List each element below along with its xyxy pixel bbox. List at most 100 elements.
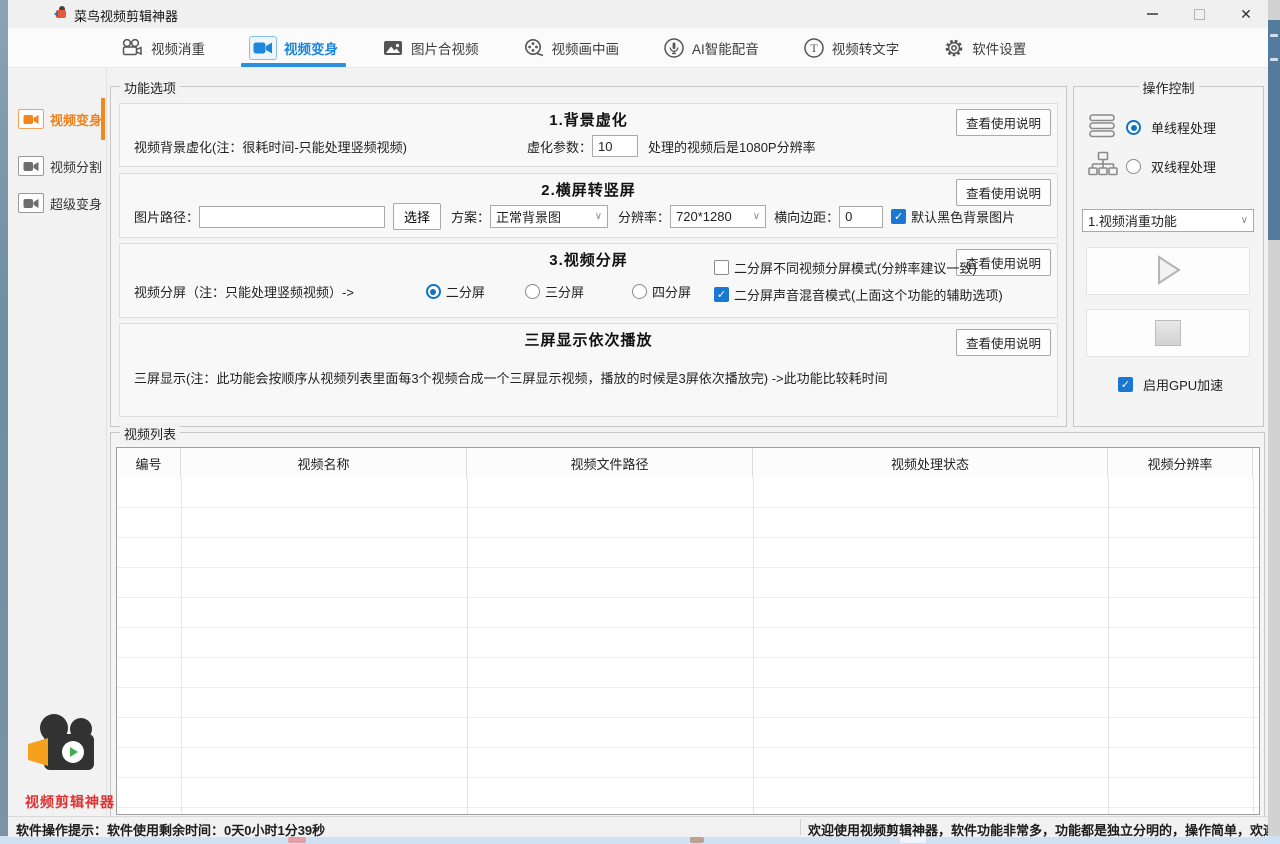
video-camera-icon (18, 109, 44, 129)
radio-four-split[interactable]: 四分屏 (632, 282, 691, 301)
tab-ai-dubbing[interactable]: AI智能配音 (655, 28, 767, 67)
group-label: 视频列表 (120, 424, 180, 443)
resolution-select[interactable]: 720*1280 ∨ (670, 205, 766, 228)
blur-param-label: 虚化参数： (527, 137, 592, 156)
dropdown-arrow-icon: ∨ (595, 211, 602, 222)
status-bar: 软件操作提示：软件使用剩余时间：0天0小时1分39秒 欢迎使用视频剪辑神器，软件… (8, 816, 1268, 837)
video-list-group: 视频列表 编号 视频名称 视频文件路径 视频处理状态 视频分辨率 (110, 432, 1265, 822)
single-thread-option[interactable]: 单线程处理 (1088, 113, 1216, 142)
column-header[interactable]: 视频名称 (181, 448, 467, 478)
tab-video-transform[interactable]: 视频变身 (241, 28, 346, 67)
picture-icon (382, 38, 404, 58)
gpu-checkbox[interactable]: ✓ 启用GPU加速 (1118, 375, 1223, 394)
close-button[interactable]: ✕ (1228, 0, 1264, 28)
play-icon (1151, 253, 1185, 290)
tab-image-to-video[interactable]: 图片合视频 (374, 28, 487, 67)
gpu-label: 启用GPU加速 (1143, 375, 1223, 394)
background-window-left (0, 0, 8, 844)
status-remaining-time: 软件操作提示：软件使用剩余时间：0天0小时1分39秒 (16, 820, 325, 837)
status-divider (800, 819, 801, 835)
taskbar[interactable] (0, 836, 1280, 844)
image-path-input[interactable] (199, 206, 385, 228)
dropdown-arrow-icon: ∨ (753, 211, 760, 222)
tab-picture-in-picture[interactable]: 视频画中画 (515, 28, 628, 67)
margin-label: 横向边距： (774, 207, 839, 226)
function-options-group: 功能选项 1.背景虚化 查看使用说明 视频背景虚化(注：很耗时间-只能处理竖频视… (110, 86, 1067, 427)
video-table[interactable]: 编号 视频名称 视频文件路径 视频处理状态 视频分辨率 (116, 447, 1260, 815)
section-video-split-screen: 3.视频分屏 查看使用说明 视频分屏（注：只能处理竖频视频）-> 二分屏 三分屏… (119, 243, 1058, 318)
diff-video-checkbox[interactable]: 二分屏不同视频分屏模式(分辨率建议一致) (714, 258, 977, 277)
dual-thread-label: 双线程处理 (1151, 157, 1216, 176)
svg-text:T: T (810, 41, 818, 55)
checkbox-unchecked-icon (714, 260, 729, 275)
blur-desc: 视频背景虚化(注：很耗时间-只能处理竖频视频) (134, 137, 407, 156)
section-landscape-to-portrait: 2.横屏转竖屏 查看使用说明 图片路径： 选择 方案： 正常背景图 ∨ 分辨率：… (119, 173, 1058, 238)
minimize-button[interactable] (1134, 0, 1170, 28)
margin-input[interactable]: 0 (839, 206, 883, 228)
function-select[interactable]: 1.视频消重功能 ∨ (1082, 209, 1254, 232)
radio-icon (525, 284, 540, 299)
help-button[interactable]: 查看使用说明 (956, 109, 1051, 136)
help-button[interactable]: 查看使用说明 (956, 179, 1051, 206)
checkbox-checked-icon: ✓ (714, 287, 729, 302)
window-title: 菜鸟视频剪辑神器 (74, 6, 178, 25)
group-label: 操作控制 (1138, 78, 1198, 97)
text-t-icon: T (803, 37, 825, 59)
black-bg-checkbox[interactable]: ✓ 默认黑色背景图片 (891, 207, 1015, 226)
tab-label: 视频转文字 (832, 38, 900, 58)
sidebar-item-super-transform[interactable]: 超级变身 (18, 188, 102, 218)
movie-camera-icon (120, 38, 144, 58)
column-header[interactable]: 视频文件路径 (467, 448, 753, 478)
start-button[interactable] (1086, 247, 1250, 295)
sidebar-item-label: 视频变身 (50, 110, 102, 129)
minimize-icon (1147, 13, 1158, 15)
section-background-blur: 1.背景虚化 查看使用说明 视频背景虚化(注：很耗时间-只能处理竖频视频) 虚化… (119, 103, 1058, 167)
browse-button[interactable]: 选择 (393, 203, 441, 230)
dual-thread-option[interactable]: 双线程处理 (1088, 151, 1216, 182)
close-icon: ✕ (1240, 6, 1252, 23)
operation-control-group: 操作控制 单线程处理 双线程处理 选择执行功能↓ 1.视频消重功能 ∨ ✓ 启用… (1073, 86, 1264, 427)
table-body (117, 478, 1259, 814)
section-triple-screen: 三屏显示依次播放 查看使用说明 三屏显示(注：此功能会按顺序从视频列表里面每3个… (119, 323, 1058, 417)
microphone-icon (663, 37, 685, 59)
tab-label: 视频变身 (284, 38, 338, 58)
tab-label: 图片合视频 (411, 38, 479, 58)
section-title: 三屏显示依次播放 (120, 329, 1057, 350)
section-title: 1.背景虚化 (120, 109, 1057, 130)
column-header[interactable]: 编号 (117, 448, 181, 478)
blur-param-input[interactable]: 10 (592, 135, 638, 157)
sidebar-selected-indicator (101, 98, 105, 140)
sidebar-item-video-transform[interactable]: 视频变身 (18, 104, 102, 134)
video-camera-icon (249, 36, 277, 60)
group-label: 功能选项 (120, 78, 180, 97)
gear-icon (943, 37, 965, 59)
radio-two-split[interactable]: 二分屏 (426, 282, 485, 301)
sidebar-item-video-split[interactable]: 视频分割 (18, 151, 102, 181)
radio-three-split[interactable]: 三分屏 (525, 282, 584, 301)
stop-button[interactable] (1086, 309, 1250, 357)
triple-desc: 三屏显示(注：此功能会按顺序从视频列表里面每3个视频合成一个三屏显示视频，播放的… (134, 368, 888, 387)
film-reel-icon (523, 38, 545, 58)
brand-logo-label: 视频剪辑神器 (22, 792, 118, 812)
tab-label: AI智能配音 (692, 38, 759, 58)
column-header[interactable]: 视频处理状态 (753, 448, 1108, 478)
tab-settings[interactable]: 软件设置 (935, 28, 1034, 67)
scheme-select[interactable]: 正常背景图 ∨ (490, 205, 608, 228)
tab-label: 软件设置 (972, 38, 1026, 58)
tab-video-dedup[interactable]: 视频消重 (112, 28, 213, 67)
status-welcome-message: 欢迎使用视频剪辑神器，软件功能非常多，功能都是独立分明的，操作简单，欢迎您使 (808, 820, 1268, 837)
audio-mix-checkbox[interactable]: ✓ 二分屏声音混音模式(上面这个功能的辅助选项) (714, 285, 1003, 304)
tree-icon (1088, 151, 1118, 182)
maximize-icon (1194, 9, 1205, 20)
table-header-row: 编号 视频名称 视频文件路径 视频处理状态 视频分辨率 (117, 448, 1259, 479)
dropdown-arrow-icon: ∨ (1241, 215, 1248, 226)
single-thread-label: 单线程处理 (1151, 118, 1216, 137)
column-header[interactable]: 视频分辨率 (1108, 448, 1253, 478)
video-camera-icon (18, 156, 44, 176)
tab-video-to-text[interactable]: T 视频转文字 (795, 28, 908, 67)
app-logo-icon (54, 6, 68, 22)
checkbox-checked-icon: ✓ (1118, 377, 1133, 392)
help-button[interactable]: 查看使用说明 (956, 329, 1051, 356)
radio-selected-icon (1126, 120, 1141, 135)
maximize-button[interactable] (1181, 0, 1217, 28)
